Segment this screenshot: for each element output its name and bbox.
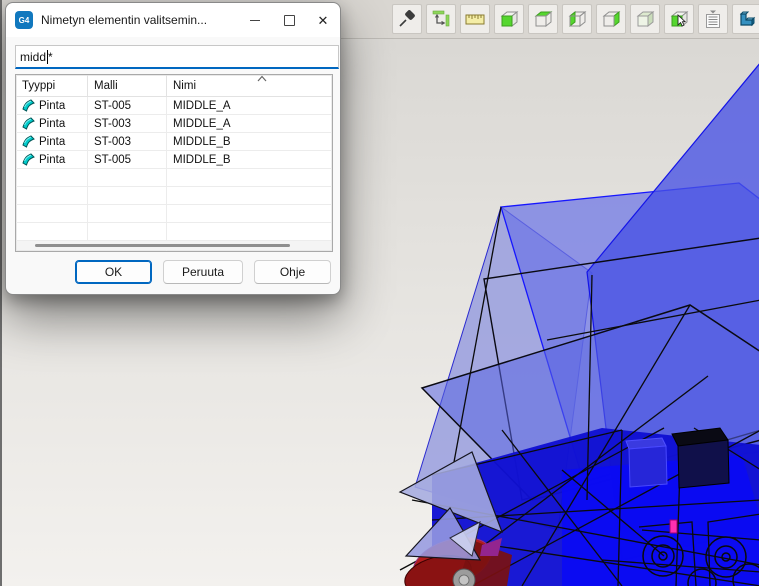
cell-model: [88, 187, 167, 204]
cell-type: Pinta: [39, 136, 65, 148]
cube-right-face-icon[interactable]: [596, 4, 626, 34]
cancel-button[interactable]: Peruuta: [163, 260, 243, 284]
sort-ascending-icon[interactable]: [256, 75, 268, 82]
table-row[interactable]: [16, 169, 332, 187]
header-name[interactable]: Nimi: [167, 75, 332, 96]
maximize-icon[interactable]: [272, 5, 306, 35]
table-header: Tyyppi Malli Nimi: [16, 75, 332, 97]
cell-type: Pinta: [39, 118, 65, 130]
table-row[interactable]: Pinta ST-003 MIDDLE_A: [16, 115, 332, 133]
cell-model: [88, 205, 167, 222]
table-row[interactable]: Pinta ST-003 MIDDLE_B: [16, 133, 332, 151]
help-button[interactable]: Ohje: [254, 260, 331, 284]
header-type[interactable]: Tyyppi: [16, 75, 88, 96]
cell-name: MIDDLE_A: [167, 97, 332, 114]
named-element-dialog: G4 Nimetyn elementin valitsemin... ✕ mid…: [5, 2, 341, 295]
magenta-marker: [670, 520, 677, 533]
surface-icon: [22, 99, 35, 112]
search-input[interactable]: midd*: [15, 45, 339, 69]
measure-icon[interactable]: [426, 4, 456, 34]
surface-icon: [22, 153, 35, 166]
results-table[interactable]: Tyyppi Malli Nimi Pinta ST-005 MIDDLE_A: [15, 74, 333, 252]
cube-top-face-icon[interactable]: [528, 4, 558, 34]
solid-cube-icon[interactable]: [630, 4, 660, 34]
table-row[interactable]: [16, 205, 332, 223]
table-row[interactable]: Pinta ST-005 MIDDLE_A: [16, 97, 332, 115]
select-face-icon[interactable]: [664, 4, 694, 34]
cell-model: [88, 223, 167, 240]
cell-model: ST-005: [88, 151, 167, 168]
horizontal-scrollbar[interactable]: [17, 241, 331, 250]
document-list-icon[interactable]: [698, 4, 728, 34]
cell-name: MIDDLE_A: [167, 115, 332, 132]
cell-name: [167, 205, 332, 222]
minimize-icon[interactable]: [238, 5, 272, 35]
top-toolbar: [340, 0, 759, 39]
dialog-title: Nimetyn elementin valitsemin...: [41, 13, 238, 27]
dialog-button-row: OK Peruuta Ohje: [6, 260, 340, 284]
surface-icon: [22, 135, 35, 148]
ok-button[interactable]: OK: [75, 260, 152, 284]
search-text: midd: [20, 50, 46, 64]
table-row[interactable]: [16, 187, 332, 205]
solid-bracket-icon[interactable]: [732, 4, 759, 34]
table-body: Pinta ST-005 MIDDLE_A Pinta ST-003 MIDDL…: [16, 97, 332, 252]
surface-icon: [22, 117, 35, 130]
table-row[interactable]: [16, 223, 332, 241]
cell-type: Pinta: [39, 154, 65, 166]
cell-model: ST-005: [88, 97, 167, 114]
app-logo-g4: G4: [15, 11, 33, 29]
header-model[interactable]: Malli: [88, 75, 167, 96]
cell-name: MIDDLE_B: [167, 151, 332, 168]
cell-name: MIDDLE_B: [167, 133, 332, 150]
ruler-icon[interactable]: [460, 4, 490, 34]
dialog-titlebar[interactable]: G4 Nimetyn elementin valitsemin... ✕: [6, 3, 340, 37]
close-icon[interactable]: ✕: [306, 5, 340, 35]
cell-type: Pinta: [39, 100, 65, 112]
cell-model: [88, 169, 167, 186]
cell-name: [167, 169, 332, 186]
cell-name: [167, 187, 332, 204]
cell-model: ST-003: [88, 133, 167, 150]
table-row[interactable]: Pinta ST-005 MIDDLE_B: [16, 151, 332, 169]
pin-icon[interactable]: [392, 4, 422, 34]
cell-name: [167, 223, 332, 240]
cube-left-face-icon[interactable]: [562, 4, 592, 34]
cube-front-face-icon[interactable]: [494, 4, 524, 34]
scrollbar-thumb[interactable]: [35, 244, 290, 247]
cell-model: ST-003: [88, 115, 167, 132]
search-wildcard: *: [48, 50, 53, 64]
